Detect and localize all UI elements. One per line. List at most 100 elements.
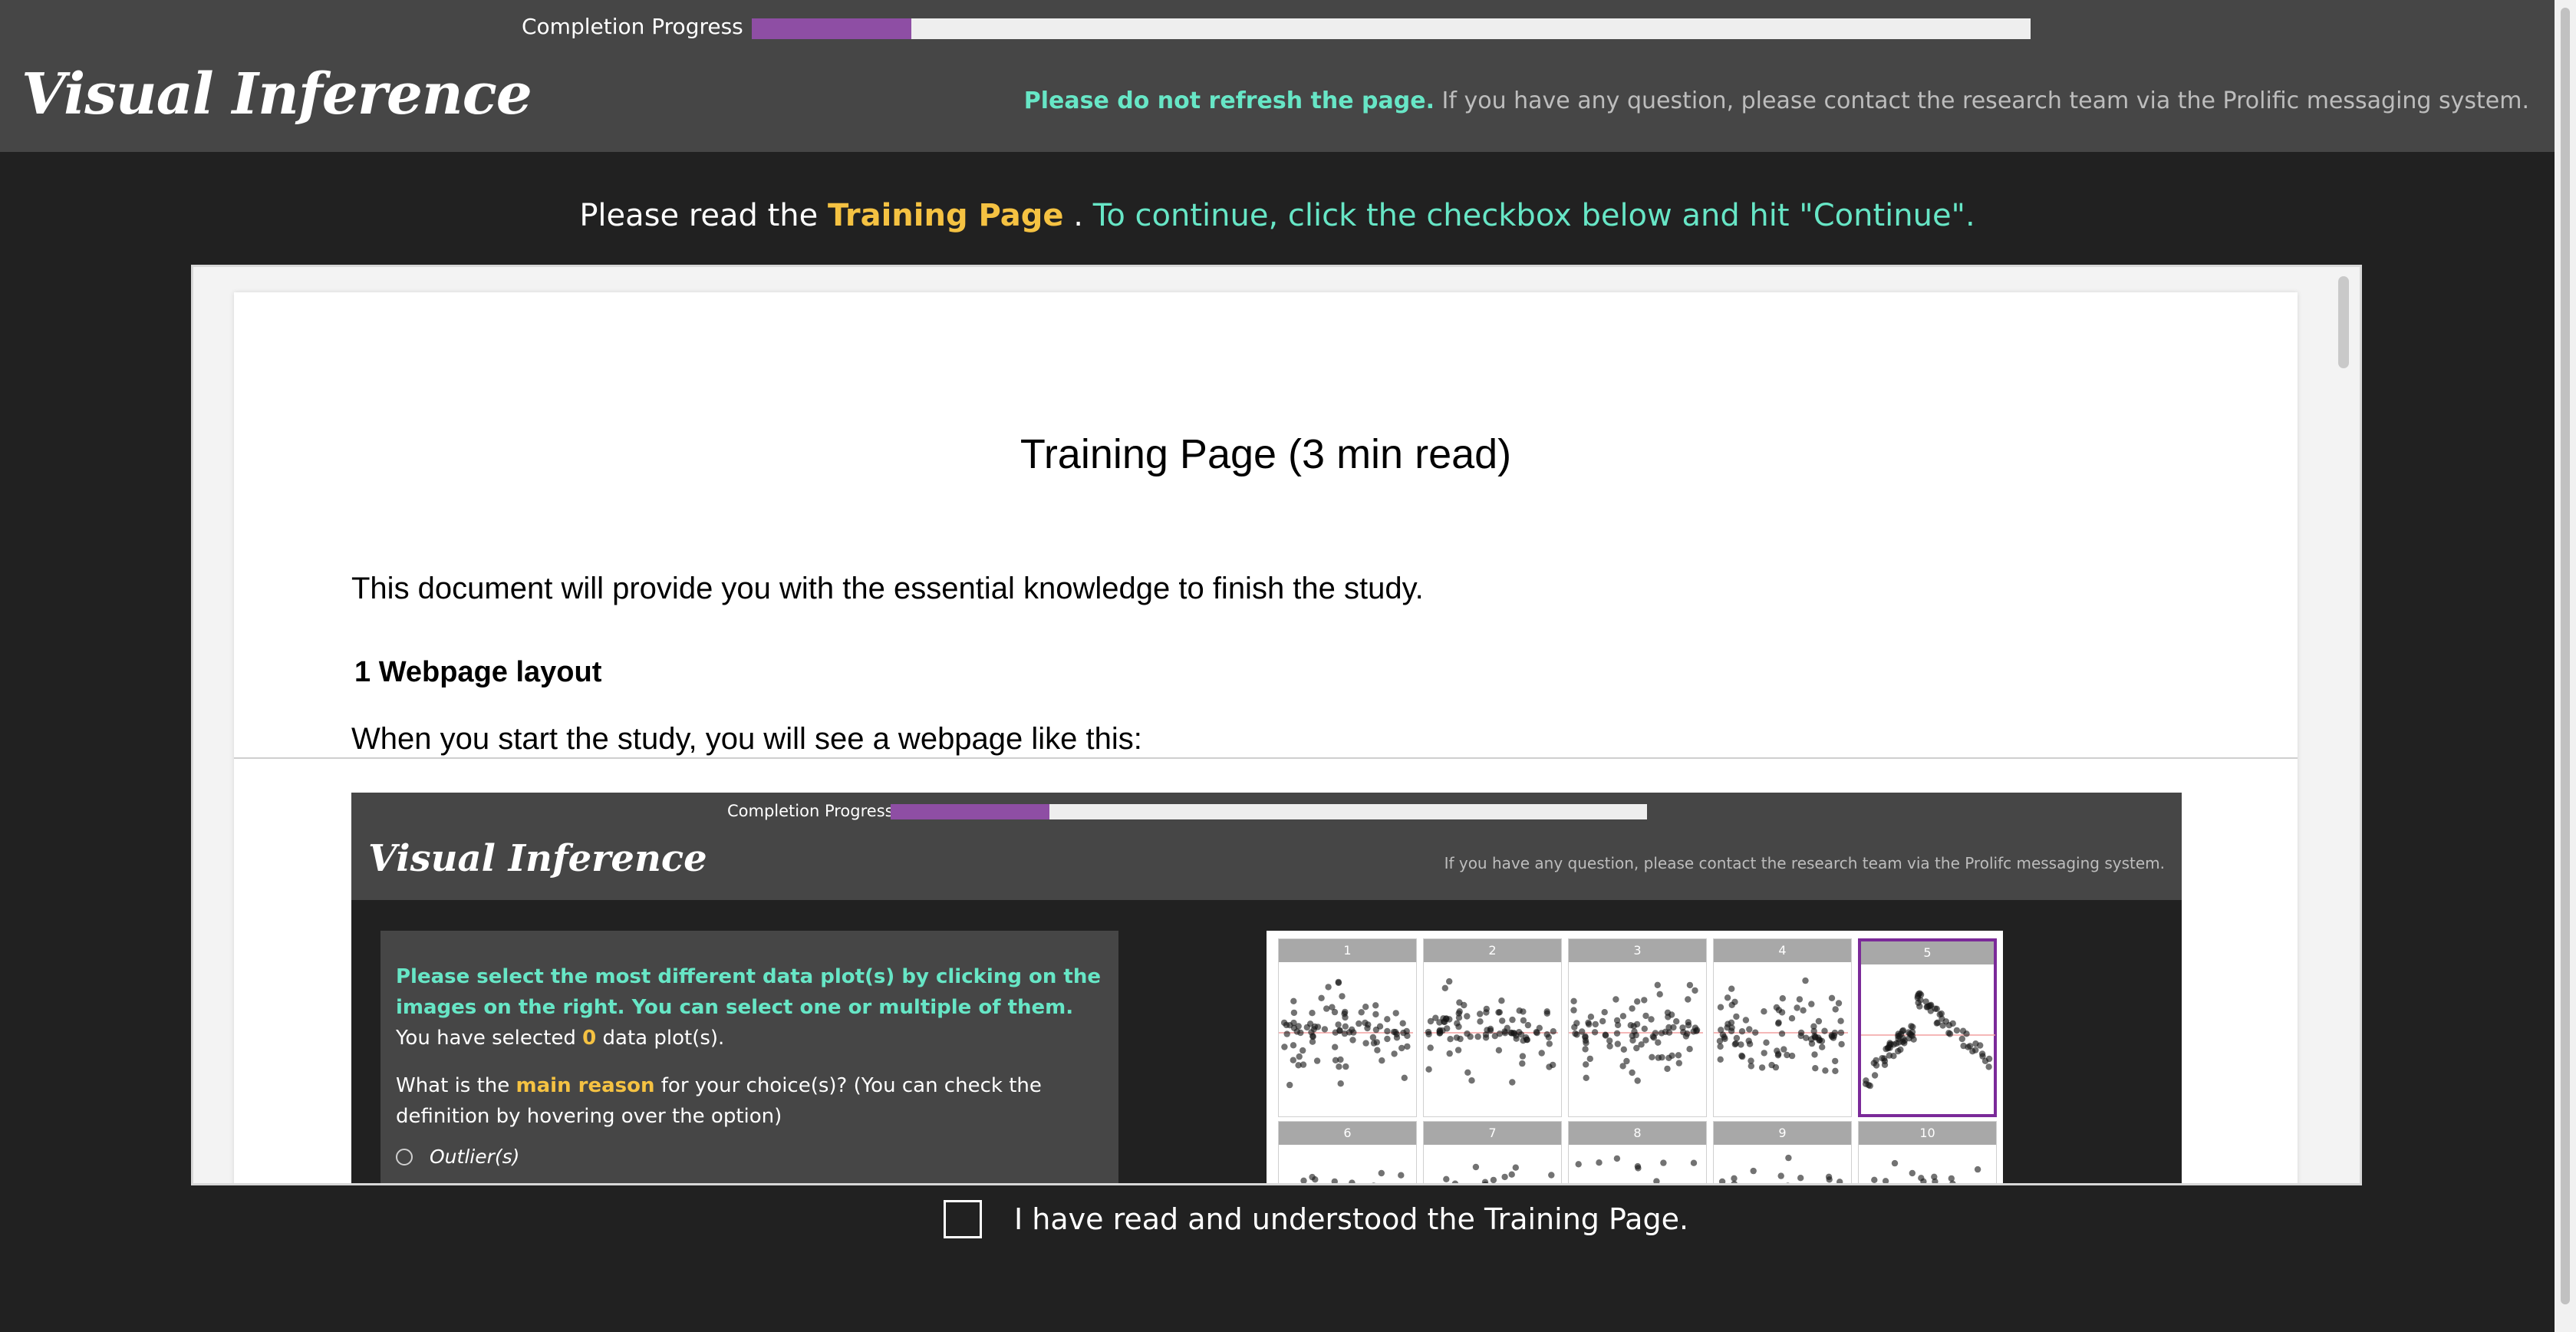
acknowledge-label[interactable]: I have read and understood the Training … [1014, 1202, 1688, 1236]
scatter-point [1495, 1009, 1502, 1016]
example-progress-fill [891, 804, 1050, 819]
scatter-point [1550, 1028, 1556, 1035]
scatter-point [1498, 997, 1505, 1004]
panel-number: 4 [1714, 939, 1851, 962]
scatter-point [1601, 1009, 1608, 1016]
example-prompt: Please select the most different data pl… [396, 965, 1101, 1019]
document-scrollbar[interactable] [2338, 276, 2349, 368]
refresh-notice: Please do not refresh the page. If you h… [1024, 87, 2529, 114]
scatter-point [1391, 1050, 1398, 1057]
scatter-point [1871, 1176, 1878, 1183]
scatter-point [1384, 1035, 1391, 1043]
lineup-panel-4[interactable]: 4 [1713, 938, 1852, 1117]
scatter-point [1746, 1026, 1753, 1033]
scatter-point [1290, 1057, 1296, 1063]
scatter-point [1638, 1041, 1645, 1048]
scatter-point [1680, 1029, 1687, 1036]
document-intro: This document will provide you with the … [351, 572, 1424, 605]
scatter-point [1748, 1063, 1754, 1070]
scatter-point [1779, 995, 1786, 1002]
lineup-panel-1[interactable]: 1 [1278, 938, 1417, 1117]
lineup-panel-2[interactable]: 2 [1423, 938, 1562, 1117]
scatter-point [1490, 1176, 1497, 1183]
scatter-point [1372, 1002, 1379, 1009]
scatter-point [1675, 1052, 1682, 1059]
scatter-point [1477, 1011, 1484, 1017]
panel-number: 7 [1424, 1122, 1561, 1145]
scatter-point [1619, 1013, 1627, 1020]
window-scrollbar-thumb[interactable] [2561, 8, 2570, 1304]
scatter-point [1400, 1029, 1407, 1037]
scatter-point [1464, 1069, 1471, 1076]
scatter-point [1524, 1021, 1532, 1029]
scatter-point [1662, 1028, 1669, 1035]
scatter-point [1830, 1032, 1837, 1040]
scatter-point [1296, 1053, 1303, 1060]
lineup-panel-3[interactable]: 3 [1568, 938, 1707, 1117]
panel-number: 5 [1861, 941, 1994, 964]
instruction-prefix: Please read the [579, 198, 828, 233]
scatter-point [1881, 1057, 1889, 1065]
scatter-point [1425, 1066, 1432, 1073]
scatter-point [1300, 1177, 1307, 1183]
scatter-point [1788, 1052, 1796, 1060]
scatter-point [1933, 1020, 1940, 1027]
scatter-point [1613, 1155, 1621, 1162]
scatter-point [1731, 998, 1738, 1005]
scatter-point [1890, 1053, 1897, 1060]
scatter-point [1433, 1185, 1439, 1186]
scatter-thumbnail [1861, 990, 1995, 1090]
acknowledge-checkbox[interactable] [944, 1200, 982, 1238]
training-document-frame[interactable]: Training Page (3 min read) This document… [191, 265, 2362, 1185]
scatter-point [1985, 1063, 1992, 1070]
scatter-point [1918, 1175, 1925, 1182]
training-page-link[interactable]: Training Page [828, 198, 1064, 233]
scatter-point [1290, 997, 1297, 1004]
scatter-point [1775, 1020, 1782, 1027]
scatter-point [1446, 1050, 1453, 1057]
scatter-point [1655, 1039, 1662, 1046]
scatter-point [1794, 1004, 1800, 1011]
lineup-panel-8[interactable]: 8 [1568, 1121, 1707, 1183]
scatter-point [1504, 1024, 1510, 1031]
scatter-point [1960, 1183, 1966, 1185]
lineup-panel-9[interactable]: 9 [1713, 1121, 1852, 1183]
scatter-point [1323, 1005, 1330, 1012]
scatter-point [1446, 1016, 1453, 1023]
scatter-point [1620, 1046, 1627, 1053]
scatter-point [1309, 1010, 1316, 1017]
lineup-panel-7[interactable]: 7 [1423, 1121, 1562, 1186]
scatter-point [1780, 1046, 1787, 1053]
scatter-point [1332, 1029, 1339, 1036]
scatter-point [1724, 1020, 1731, 1027]
scatter-point [1675, 1060, 1682, 1067]
scatter-point [1693, 1027, 1701, 1034]
scatter-point [1788, 1015, 1796, 1022]
scatter-point [1404, 1043, 1411, 1050]
scatter-point [1425, 1030, 1432, 1038]
scatter-point [1614, 1040, 1621, 1047]
scatter-point [1836, 1179, 1843, 1183]
scatter-point [1281, 1044, 1288, 1050]
scatter-point [1761, 1050, 1767, 1057]
scatter-point [1717, 1056, 1724, 1063]
scatter-point [1775, 1050, 1782, 1057]
scatter-point [1384, 1016, 1391, 1023]
scatter-point [1832, 1006, 1839, 1013]
scatter-point [1650, 1034, 1658, 1041]
scatter-thumbnail [1279, 978, 1413, 1089]
scatter-point [1761, 1008, 1767, 1015]
lineup-panel-10[interactable]: 10 [1858, 1121, 1997, 1185]
window-scrollbar[interactable] [2555, 0, 2576, 1332]
selected-prefix: You have selected [396, 1027, 583, 1050]
scatter-point [1656, 991, 1663, 997]
lineup-panel-6[interactable]: 6 [1278, 1121, 1417, 1183]
scatter-point [1985, 1055, 1993, 1063]
panel-number: 10 [1859, 1122, 1996, 1145]
scatter-point [1719, 1031, 1727, 1038]
scatter-point [1512, 1164, 1519, 1171]
scatter-point [1477, 1018, 1484, 1025]
lineup-panel-5[interactable]: 5 [1858, 938, 1997, 1117]
scatter-point [1427, 1044, 1434, 1051]
scatter-point [1329, 1004, 1336, 1011]
